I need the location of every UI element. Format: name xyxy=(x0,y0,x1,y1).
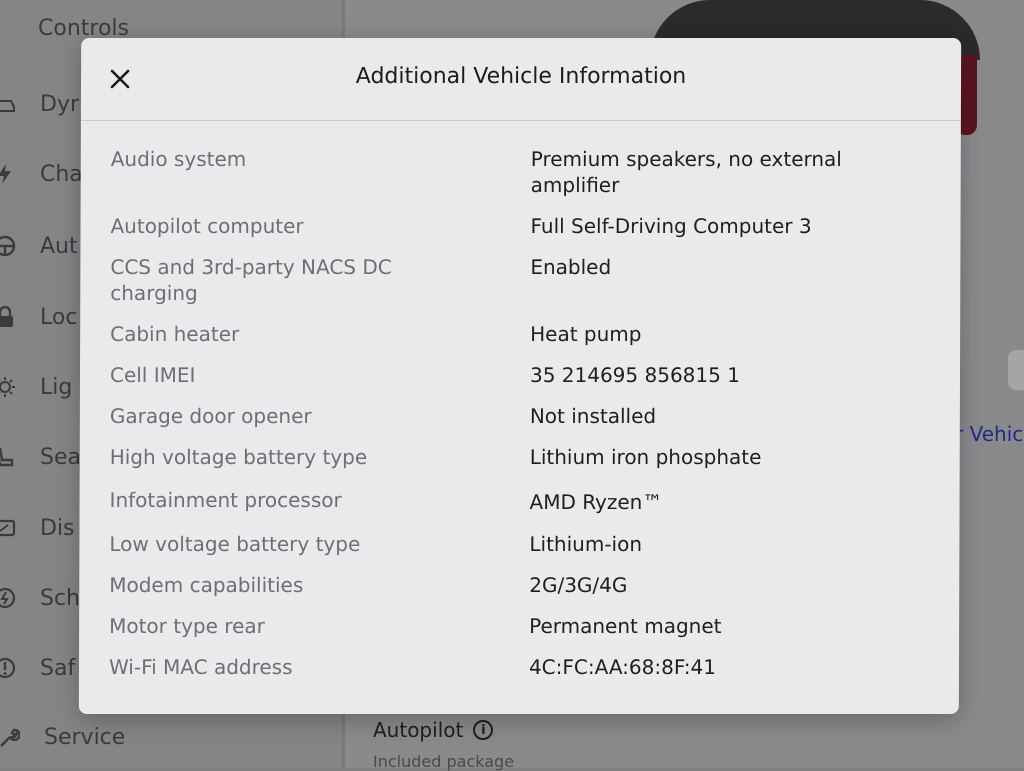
alert-icon xyxy=(0,657,16,679)
info-row: Garage door opener Not installed xyxy=(110,403,930,444)
info-icon[interactable]: i xyxy=(473,720,494,740)
sidebar-item-service[interactable]: Service xyxy=(44,725,125,750)
modal-header: Additional Vehicle Information xyxy=(81,38,961,120)
sidebar-item-label: Dyr xyxy=(40,91,80,117)
info-row: Infotainment processor AMD Ryzen™ xyxy=(109,487,929,531)
info-row: Cell IMEI 35 214695 856815 1 xyxy=(110,362,930,403)
info-label: High voltage battery type xyxy=(109,445,368,469)
vehicle-info-modal: Additional Vehicle Information Audio sys… xyxy=(78,38,962,714)
info-label: Garage door opener xyxy=(109,404,312,428)
info-value: 4C:FC:AA:68:8F:41 xyxy=(528,655,717,679)
car-icon xyxy=(0,100,15,112)
info-value: 35 214695 856815 1 xyxy=(529,363,740,387)
sidebar-item-label: Sch xyxy=(40,585,81,611)
info-row: Audio system Premium speakers, no extern… xyxy=(111,146,931,213)
info-value: Permanent magnet xyxy=(529,614,722,638)
wrench-icon xyxy=(0,728,20,747)
info-label: Cell IMEI xyxy=(109,363,196,387)
info-value: AMD Ryzen™ xyxy=(529,490,663,514)
lightning-icon xyxy=(0,164,11,184)
sidebar-item-label: Aut xyxy=(40,233,78,259)
sidebar-item-label: Lig xyxy=(40,374,73,400)
lock-icon xyxy=(0,306,13,327)
info-label: Low voltage battery type xyxy=(109,532,361,556)
info-value: Lithium-ion xyxy=(529,532,643,556)
autopilot-heading: Autopilot i xyxy=(373,718,494,742)
autopilot-heading-label: Autopilot xyxy=(373,718,464,742)
info-row: Autopilot computer Full Self-Driving Com… xyxy=(110,213,930,254)
info-value: Not installed xyxy=(529,404,657,428)
steering-wheel-icon xyxy=(0,235,16,257)
header-divider xyxy=(80,120,961,121)
info-value: Full Self-Driving Computer 3 xyxy=(530,214,812,238)
info-value: Lithium iron phosphate xyxy=(529,445,762,469)
vehicle-details-link[interactable]: r Vehic xyxy=(955,422,1023,446)
seat-icon xyxy=(0,447,14,467)
info-label: Modem capabilities xyxy=(109,573,304,597)
info-label: Wi-Fi MAC address xyxy=(108,655,293,679)
sidebar-item-label: Dis xyxy=(40,515,75,541)
info-value: Premium speakers, no external amplifier xyxy=(530,147,842,197)
info-label: Audio system xyxy=(110,147,247,171)
info-row: Modem capabilities 2G/3G/4G xyxy=(109,572,929,613)
sun-icon xyxy=(0,377,15,397)
autopilot-subtext: Included package xyxy=(373,752,515,771)
info-row: CCS and 3rd-party NACS DC charging Enabl… xyxy=(110,254,930,321)
sidebar-item-label: Cha xyxy=(40,161,83,187)
info-label: CCS and 3rd-party NACS DC charging xyxy=(110,255,392,305)
info-label: Cabin heater xyxy=(110,322,240,346)
info-list: Audio system Premium speakers, no extern… xyxy=(109,146,931,695)
modal-title: Additional Vehicle Information xyxy=(355,64,687,89)
background-toggle xyxy=(1008,350,1024,390)
sidebar-item-label: Saf xyxy=(40,655,76,681)
sidebar-item-label: Sea xyxy=(40,444,81,470)
info-row: Motor type rear Permanent magnet xyxy=(109,613,929,654)
info-label: Motor type rear xyxy=(109,614,265,638)
info-value: Heat pump xyxy=(530,322,642,346)
sidebar-item-label: Loc xyxy=(40,304,78,330)
info-row: Wi-Fi MAC address 4C:FC:AA:68:8F:41 xyxy=(109,654,929,695)
info-label: Autopilot computer xyxy=(110,214,304,238)
info-value: 2G/3G/4G xyxy=(529,573,628,597)
info-value: Enabled xyxy=(530,255,612,279)
info-row: High voltage battery type Lithium iron p… xyxy=(110,444,930,487)
schedule-icon xyxy=(0,587,16,609)
display-icon xyxy=(0,519,16,537)
info-row: Cabin heater Heat pump xyxy=(110,321,930,362)
info-label: Infotainment processor xyxy=(109,488,342,512)
info-row: Low voltage battery type Lithium-ion xyxy=(109,531,929,572)
